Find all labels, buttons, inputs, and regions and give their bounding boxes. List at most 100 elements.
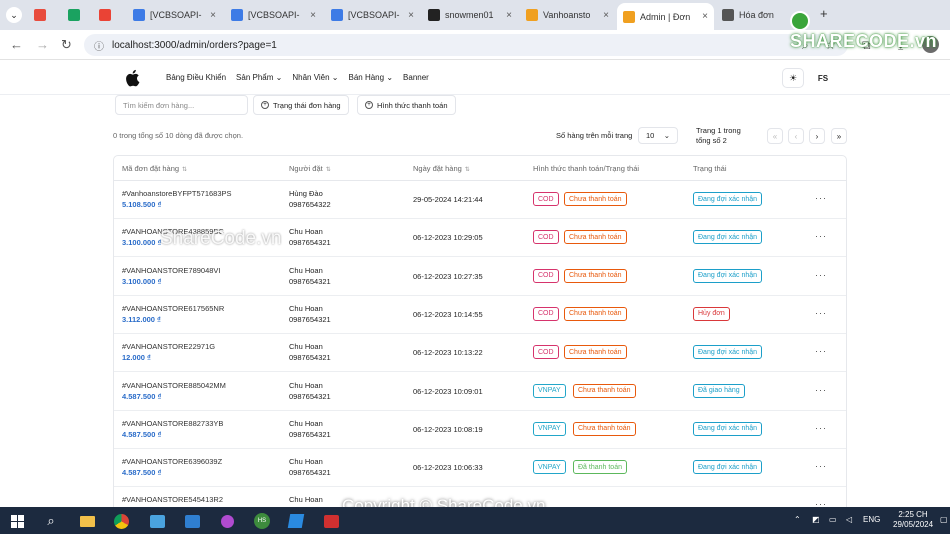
browser-tab[interactable]: [VCBSOAPI- × <box>225 4 322 26</box>
back-icon[interactable]: ← <box>10 37 23 52</box>
table-row[interactable]: #VANHOANSTORE617565NR 3.112.000 ₫ Chu Hoan… <box>114 296 846 334</box>
tab-label: [VCBSOAPI- <box>348 10 400 20</box>
search-icon[interactable]: ⌕ <box>42 512 60 530</box>
first-page-button[interactable]: « <box>767 128 783 144</box>
notifications-icon[interactable]: ▢ <box>940 515 948 524</box>
table-row[interactable]: #VANHOANSTORE438859BC 3.100.000 ₫ Chu Hoan… <box>114 219 846 258</box>
table-row[interactable]: #VANHOANSTORE789048VI 3.100.000 ₫ Chu Hoan… <box>114 258 846 296</box>
site-info-icon[interactable]: ⓘ <box>94 38 104 53</box>
user-avatar[interactable]: FS <box>812 68 834 88</box>
col-order-code[interactable]: Mã đơn đặt hàng ⇅ <box>122 164 187 173</box>
tab-close-icon[interactable]: × <box>408 10 414 21</box>
rows-per-page-select[interactable]: 10 ⌄ <box>638 127 678 144</box>
tab-label: Admin | Đơn <box>640 11 691 22</box>
customer-phone: 0987654321 <box>289 314 331 324</box>
browser-tab[interactable]: Vanhoansto × <box>520 4 615 26</box>
nav-dashboard[interactable]: Bảng Điều Khiển <box>166 73 226 82</box>
browser-tab[interactable] <box>93 4 125 26</box>
windows-taskbar: ⌕ HS ⌃ ◩ ▭ ◁ ENG 2:25 CH 29/05/2024 ▢ <box>0 507 950 534</box>
orders-table: Mã đơn đặt hàng ⇅ Người đặt ⇅ Ngày đặt hàn… <box>113 155 847 515</box>
nav-employees[interactable]: Nhân Viên ⌄ <box>292 73 338 82</box>
prev-page-button[interactable]: ‹ <box>788 128 804 144</box>
browser-tab[interactable]: snowmen01 × <box>422 4 518 26</box>
photos-icon[interactable] <box>148 512 166 530</box>
row-actions-icon[interactable]: ··· <box>815 270 827 280</box>
payment-method-badge: COD <box>533 192 559 206</box>
order-search-input[interactable]: Tìm kiếm đơn hàng... <box>115 95 248 115</box>
table-row[interactable]: #VANHOANSTORE885042MM 4.587.500 ₫ Chu Hoan… <box>114 373 846 411</box>
browser-tab[interactable]: Admin | Đơn × <box>617 3 714 30</box>
payment-status-badge: Chưa thanh toán <box>564 230 627 245</box>
table-row[interactable]: #VanhoanstoreBYFPT571683PS 5.108.500 ₫ Hùn… <box>114 181 846 219</box>
table-row[interactable]: #VANHOANSTORE22971G 12.000 ₫ Chu Hoan 09876… <box>114 334 846 373</box>
row-actions-icon[interactable]: ··· <box>815 231 827 241</box>
col-order-date[interactable]: Ngày đặt hàng ⇅ <box>413 164 470 173</box>
selection-info: 0 trong tổng số 10 dòng đã được chọn. <box>113 131 244 140</box>
tray-app-icon[interactable]: ◩ <box>812 515 820 524</box>
windows-start-icon[interactable] <box>8 512 26 530</box>
last-page-button[interactable]: » <box>831 128 847 144</box>
url-bar[interactable]: ⓘ localhost:3000/admin/orders?page=1 <box>84 34 848 56</box>
order-amount: 12.000 ₫ <box>122 353 151 363</box>
chevron-down-icon: ⌄ <box>331 73 339 82</box>
col-order-code-label: Mã đơn đặt hàng <box>122 164 180 173</box>
row-actions-icon[interactable]: ··· <box>815 461 827 471</box>
tab-close-icon[interactable]: × <box>210 10 216 21</box>
forward-icon[interactable]: → <box>36 37 49 52</box>
tab-close-icon[interactable]: × <box>310 10 316 21</box>
tray-chevron-icon[interactable]: ⌃ <box>794 515 801 524</box>
browser-tab[interactable]: [VCBSOAPI- × <box>127 4 222 26</box>
main-nav: Bảng Điều Khiển Sản Phẩm ⌄ Nhân Viên ⌄ B… <box>166 73 429 82</box>
col-customer-label: Người đặt <box>289 164 323 173</box>
table-row[interactable]: #VANHOANSTORE882733YB 4.587.500 ₫ Chu Hoan… <box>114 411 846 449</box>
recorder-icon[interactable] <box>322 512 340 530</box>
row-actions-icon[interactable]: ··· <box>815 346 827 356</box>
browser-tab[interactable] <box>28 4 58 26</box>
reload-icon[interactable]: ↻ <box>61 37 72 53</box>
remote-desktop-icon[interactable] <box>183 512 201 530</box>
tab-close-icon[interactable]: × <box>702 11 708 22</box>
tab-close-icon[interactable]: × <box>603 10 609 21</box>
nav-banner[interactable]: Banner <box>403 73 429 82</box>
volume-icon[interactable]: ◁ <box>846 515 852 524</box>
row-actions-icon[interactable]: ··· <box>815 308 827 318</box>
hs-app-icon[interactable]: HS <box>253 512 271 530</box>
next-page-button[interactable]: › <box>809 128 825 144</box>
sort-icon: ⇅ <box>464 167 470 173</box>
col-order-date-label: Ngày đặt hàng <box>413 164 462 173</box>
col-payment: Hình thức thanh toán/Trạng thái <box>533 164 640 173</box>
row-actions-icon[interactable]: ··· <box>815 193 827 203</box>
order-status-badge: Đang đợi xác nhận <box>693 421 763 436</box>
apple-logo-icon[interactable] <box>124 69 140 87</box>
language-indicator[interactable]: ENG <box>863 515 880 524</box>
order-status-filter-button[interactable]: + Trạng thái đơn hàng <box>253 95 349 115</box>
order-code: #VanhoanstoreBYFPT571683PS <box>122 189 232 198</box>
payment-status-badge: Chưa thanh toán <box>564 192 627 206</box>
row-actions-icon[interactable]: ··· <box>815 423 827 433</box>
file-explorer-icon[interactable] <box>78 512 96 530</box>
tab-label: snowmen01 <box>445 10 494 20</box>
vscode-icon[interactable] <box>287 512 305 530</box>
chevron-down-icon: ⌄ <box>386 73 394 82</box>
table-row[interactable]: #VANHOANSTORE6396039Z 4.587.500 ₫ Chu Hoan… <box>114 449 846 488</box>
browser-tab[interactable]: [VCBSOAPI- × <box>325 4 420 26</box>
nav-products[interactable]: Sản Phẩm ⌄ <box>236 73 282 82</box>
tab-label: [VCBSOAPI- <box>248 10 300 20</box>
payment-method-filter-button[interactable]: + Hình thức thanh toán <box>357 95 456 115</box>
chevron-down-icon: ⌄ <box>275 73 283 82</box>
clock[interactable]: 2:25 CH 29/05/2024 <box>893 510 933 530</box>
browser-tab[interactable] <box>62 4 90 26</box>
tab-favicon-icon <box>231 9 243 21</box>
theme-toggle-button[interactable]: ☀ <box>782 68 804 88</box>
network-icon[interactable]: ▭ <box>829 515 837 524</box>
nav-sales[interactable]: Bán Hàng ⌄ <box>349 73 394 82</box>
tab-close-icon[interactable]: × <box>506 10 512 21</box>
row-actions-icon[interactable]: ··· <box>815 385 827 395</box>
order-code: #VANHOANSTORE789048VI <box>122 265 221 275</box>
order-code: #VANHOANSTORE438859BC <box>122 227 224 237</box>
col-customer[interactable]: Người đặt ⇅ <box>289 164 331 173</box>
chrome-icon[interactable] <box>112 512 130 530</box>
app-icon[interactable] <box>218 512 236 530</box>
tab-search-button[interactable]: ⌄ <box>6 7 22 23</box>
payment-method-badge: COD <box>533 230 559 245</box>
